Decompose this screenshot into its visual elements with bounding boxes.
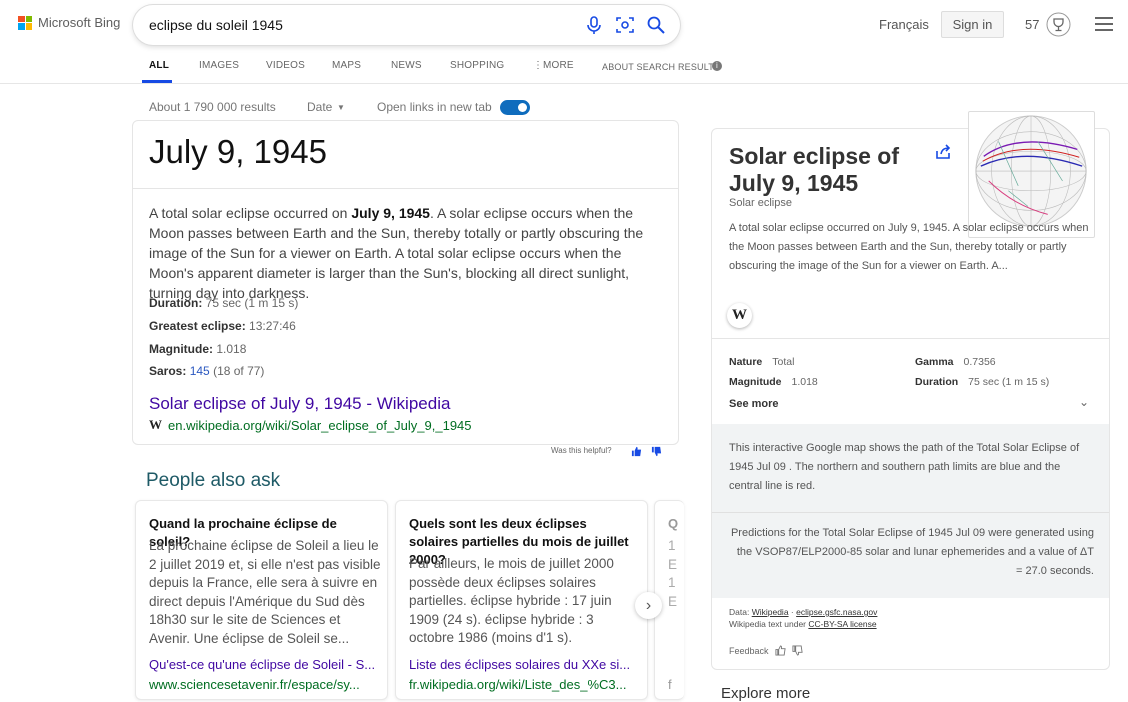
date-dropdown-icon[interactable]: ▼ xyxy=(337,103,345,112)
open-links-label: Open links in new tab xyxy=(377,100,492,114)
desc-text: A total solar eclipse occurred on xyxy=(149,205,352,221)
panel-title: Solar eclipse of July 9, 1945 xyxy=(729,143,900,196)
search-box xyxy=(133,5,680,45)
see-more-button[interactable]: See more xyxy=(729,398,779,410)
search-input[interactable] xyxy=(149,15,569,35)
map-note: This interactive Google map shows the pa… xyxy=(729,442,1080,492)
language-link[interactable]: Français xyxy=(879,17,929,32)
thumbs-up-icon[interactable] xyxy=(774,645,786,656)
tab-more[interactable]: MORE xyxy=(543,60,574,71)
rewards-count[interactable]: 57 xyxy=(1025,17,1039,32)
microsoft-logo-icon xyxy=(18,15,32,30)
explore-more-heading: Explore more xyxy=(721,685,811,702)
answer-description: A total solar eclipse occurred on July 9… xyxy=(149,203,669,303)
knowledge-panel: Solar eclipse of July 9, 1945 Solar ecli… xyxy=(711,111,1110,670)
about-search-results[interactable]: ABOUT SEARCH RESULTS xyxy=(602,62,720,72)
logo-text: Microsoft Bing xyxy=(38,15,121,30)
tab-shopping[interactable]: SHOPPING xyxy=(450,60,504,71)
results-count: About 1 790 000 results xyxy=(149,100,276,114)
thumbs-down-icon[interactable] xyxy=(791,645,803,656)
sign-in-button[interactable]: Sign in xyxy=(941,11,1004,38)
thumbs-down-icon[interactable] xyxy=(651,446,662,457)
rewards-trophy-icon[interactable] xyxy=(1046,12,1071,37)
feedback-label[interactable]: Feedback xyxy=(729,646,769,656)
scope-tabs: ALL IMAGES VIDEOS MAPS NEWS SHOPPING ⋮ M… xyxy=(0,58,1128,84)
tab-videos[interactable]: VIDEOS xyxy=(266,60,305,71)
wikipedia-result-url[interactable]: Wen.wikipedia.org/wiki/Solar_eclipse_of_… xyxy=(149,417,472,433)
fact-duration: Duration 75 sec (1 m 15 s) xyxy=(915,376,1050,388)
fact-gamma: Gamma 0.7356 xyxy=(915,356,996,368)
license-text: Wikipedia text under xyxy=(729,619,807,629)
paa-answer: 1 E 1 E xyxy=(668,538,678,609)
panel-description: A total solar eclipse occurred on July 9… xyxy=(729,222,1089,272)
tab-news[interactable]: NEWS xyxy=(391,60,422,71)
paa-answer: La prochaine éclipse de Soleil a lieu le… xyxy=(149,538,381,646)
tab-maps[interactable]: MAPS xyxy=(332,60,361,71)
desc-bold: July 9, 1945 xyxy=(351,205,430,221)
more-dots-icon[interactable]: ⋮ xyxy=(533,60,543,71)
paa-card[interactable]: Quand la prochaine éclipse de soleil? La… xyxy=(135,500,388,700)
divider xyxy=(712,338,1109,339)
tab-images[interactable]: IMAGES xyxy=(199,60,239,71)
divider xyxy=(133,188,678,189)
nasa-source-link[interactable]: eclipse.gsfc.nasa.gov xyxy=(796,607,877,617)
date-filter[interactable]: Date xyxy=(307,100,332,114)
microphone-icon[interactable] xyxy=(584,15,604,35)
fact-saros: Saros: 145 (18 of 77) xyxy=(149,364,265,378)
wikipedia-icon[interactable]: W xyxy=(727,303,752,328)
data-label: Data: xyxy=(729,607,750,617)
license-link[interactable]: CC-BY-SA license xyxy=(808,619,876,629)
answer-date: July 9, 1945 xyxy=(149,133,327,170)
search-icon[interactable] xyxy=(646,15,666,35)
wikipedia-icon: W xyxy=(149,417,162,432)
visual-search-icon[interactable] xyxy=(615,15,635,35)
share-icon[interactable] xyxy=(934,143,952,161)
bing-logo[interactable]: Microsoft Bing xyxy=(18,15,120,30)
paa-url: f xyxy=(668,677,672,692)
panel-subtitle: Solar eclipse xyxy=(729,197,792,209)
wikipedia-result-title[interactable]: Solar eclipse of July 9, 1945 - Wikipedi… xyxy=(149,394,450,414)
paa-url[interactable]: www.sciencesetavenir.fr/espace/sy... xyxy=(149,677,377,692)
chevron-down-icon[interactable]: ⌄ xyxy=(1079,395,1089,409)
map-info-section: This interactive Google map shows the pa… xyxy=(712,424,1109,598)
fact-duration: Duration: 75 sec (1 m 15 s) xyxy=(149,296,299,310)
paa-link[interactable]: Qu'est-ce qu'une éclipse de Soleil - S..… xyxy=(149,657,377,672)
fact-magnitude: Magnitude: 1.018 xyxy=(149,342,247,356)
info-icon[interactable]: i xyxy=(712,61,722,71)
header: Microsoft Bing Français Sign in 57 ALL I… xyxy=(0,0,1128,84)
chevron-right-icon: › xyxy=(645,596,652,614)
url-text: en.wikipedia.org/wiki/Solar_eclipse_of_J… xyxy=(168,417,472,433)
fact-magnitude: Magnitude 1.018 xyxy=(729,376,818,388)
thumbs-up-icon[interactable] xyxy=(631,446,642,457)
fact-greatest-eclipse: Greatest eclipse: 13:27:46 xyxy=(149,319,296,333)
open-links-toggle[interactable] xyxy=(500,100,530,115)
saros-link[interactable]: 145 xyxy=(190,364,210,378)
paa-answer: Par ailleurs, le mois de juillet 2000 po… xyxy=(409,556,614,645)
people-also-ask-title: People also ask xyxy=(146,470,281,491)
paa-next-button[interactable]: › xyxy=(635,592,662,619)
tab-all[interactable]: ALL xyxy=(149,60,169,71)
paa-link[interactable]: Liste des éclipses solaires du XXe si... xyxy=(409,657,637,672)
paa-card[interactable]: Quels sont les deux éclipses solaires pa… xyxy=(395,500,648,700)
wikipedia-source-link[interactable]: Wikipedia xyxy=(752,607,789,617)
divider xyxy=(712,512,1109,513)
data-attribution: Data: Wikipedia · eclipse.gsfc.nasa.gov … xyxy=(729,607,878,629)
answer-card: July 9, 1945 A total solar eclipse occur… xyxy=(132,120,679,445)
fact-nature: Nature Total xyxy=(729,356,795,368)
paa-url[interactable]: fr.wikipedia.org/wiki/Liste_des_%C3... xyxy=(409,677,637,692)
predictions-note: Predictions for the Total Solar Eclipse … xyxy=(730,527,1094,577)
menu-icon[interactable] xyxy=(1095,17,1113,31)
paa-question: Q xyxy=(668,516,679,531)
panel-feedback: Feedback xyxy=(729,645,803,656)
helpful-label: Was this helpful? xyxy=(551,446,612,455)
active-tab-indicator xyxy=(142,80,172,83)
